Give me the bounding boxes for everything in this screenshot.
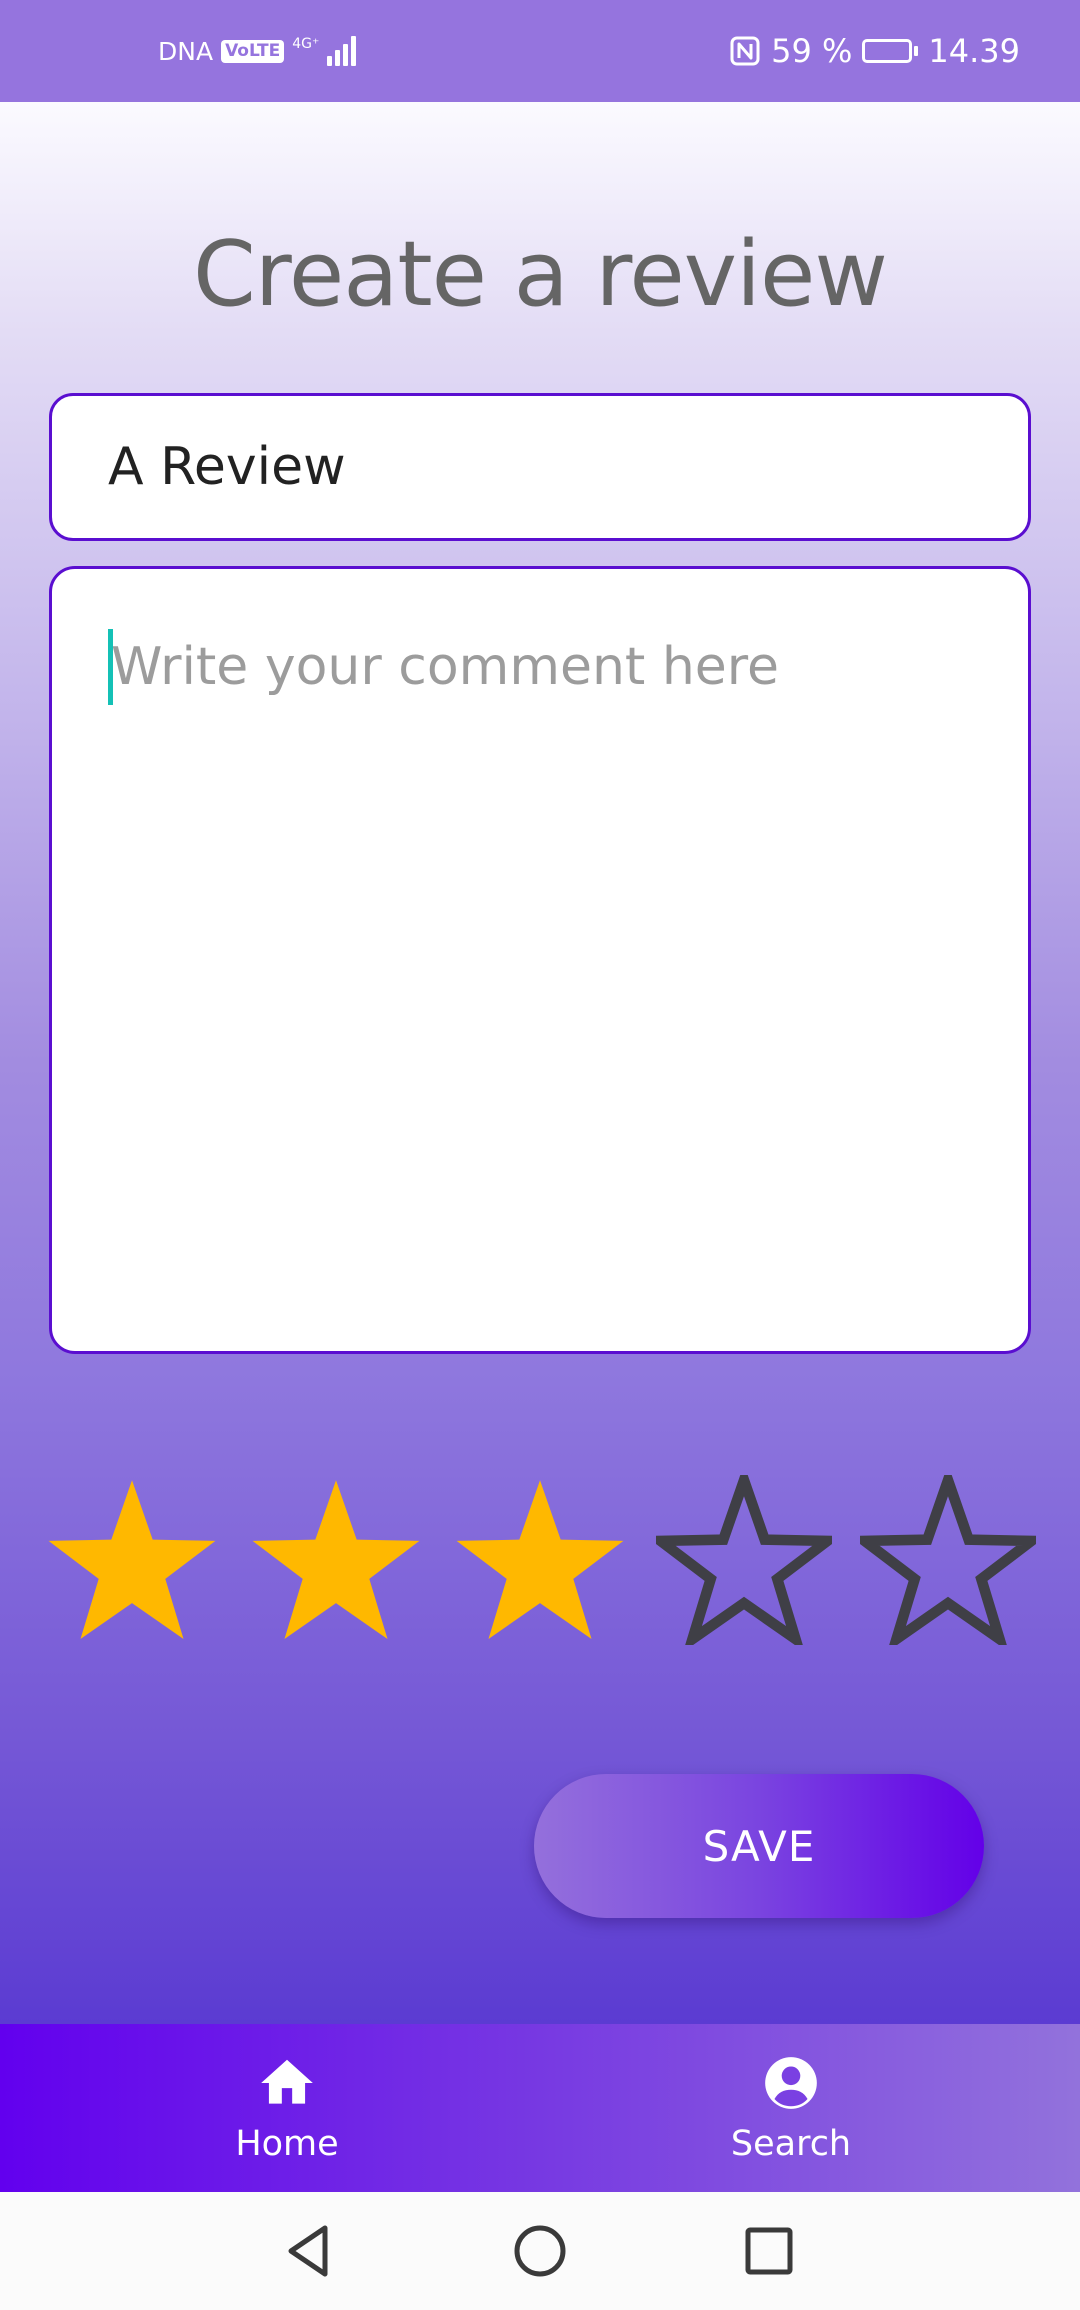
bottom-navigation: Home Search — [0, 2024, 1080, 2192]
star-rating[interactable] — [44, 1475, 1036, 1645]
save-button[interactable]: SAVE — [534, 1774, 984, 1918]
status-left: DNA VoLTE 4G⁺ — [158, 0, 357, 102]
page-title: Create a review — [192, 222, 888, 327]
star-filled-icon[interactable] — [44, 1475, 220, 1645]
comment-textarea[interactable]: Write your comment here — [49, 566, 1031, 1354]
home-circle-icon[interactable] — [505, 2216, 575, 2286]
recents-icon[interactable] — [734, 2216, 804, 2286]
review-title-value: A Review — [108, 437, 346, 497]
nfc-icon — [729, 35, 761, 67]
review-form-screen: Create a review A Review Write your comm… — [0, 102, 1080, 2024]
network-type: 4G⁺ — [292, 36, 320, 52]
volte-badge: VoLTE — [221, 39, 285, 63]
battery-percent: 59 % — [771, 32, 853, 70]
home-icon — [261, 2059, 313, 2104]
app-screen: DNA VoLTE 4G⁺ 59 % 14.39 Create a review… — [0, 0, 1080, 2310]
back-icon[interactable] — [273, 2216, 343, 2286]
carrier-label: DNA — [158, 36, 214, 66]
status-right: 59 % 14.39 — [729, 0, 1020, 102]
star-outline-icon[interactable] — [656, 1475, 832, 1645]
system-navigation-bar — [0, 2192, 1080, 2310]
nav-item-home[interactable]: Home — [137, 2024, 437, 2192]
comment-placeholder: Write your comment here — [111, 637, 780, 697]
signal-strength-icon — [327, 36, 357, 66]
nav-item-search-label: Search — [730, 2124, 852, 2164]
account-circle-icon — [765, 2057, 817, 2109]
nav-item-search[interactable]: Search — [641, 2024, 941, 2192]
star-outline-icon[interactable] — [860, 1475, 1036, 1645]
review-title-input[interactable]: A Review — [49, 393, 1031, 541]
clock: 14.39 — [928, 32, 1020, 70]
text-cursor — [108, 629, 113, 705]
star-filled-icon[interactable] — [248, 1475, 424, 1645]
nav-item-home-label: Home — [235, 2124, 339, 2164]
battery-icon — [862, 39, 919, 63]
star-filled-icon[interactable] — [452, 1475, 628, 1645]
status-bar: DNA VoLTE 4G⁺ 59 % 14.39 — [0, 0, 1080, 102]
